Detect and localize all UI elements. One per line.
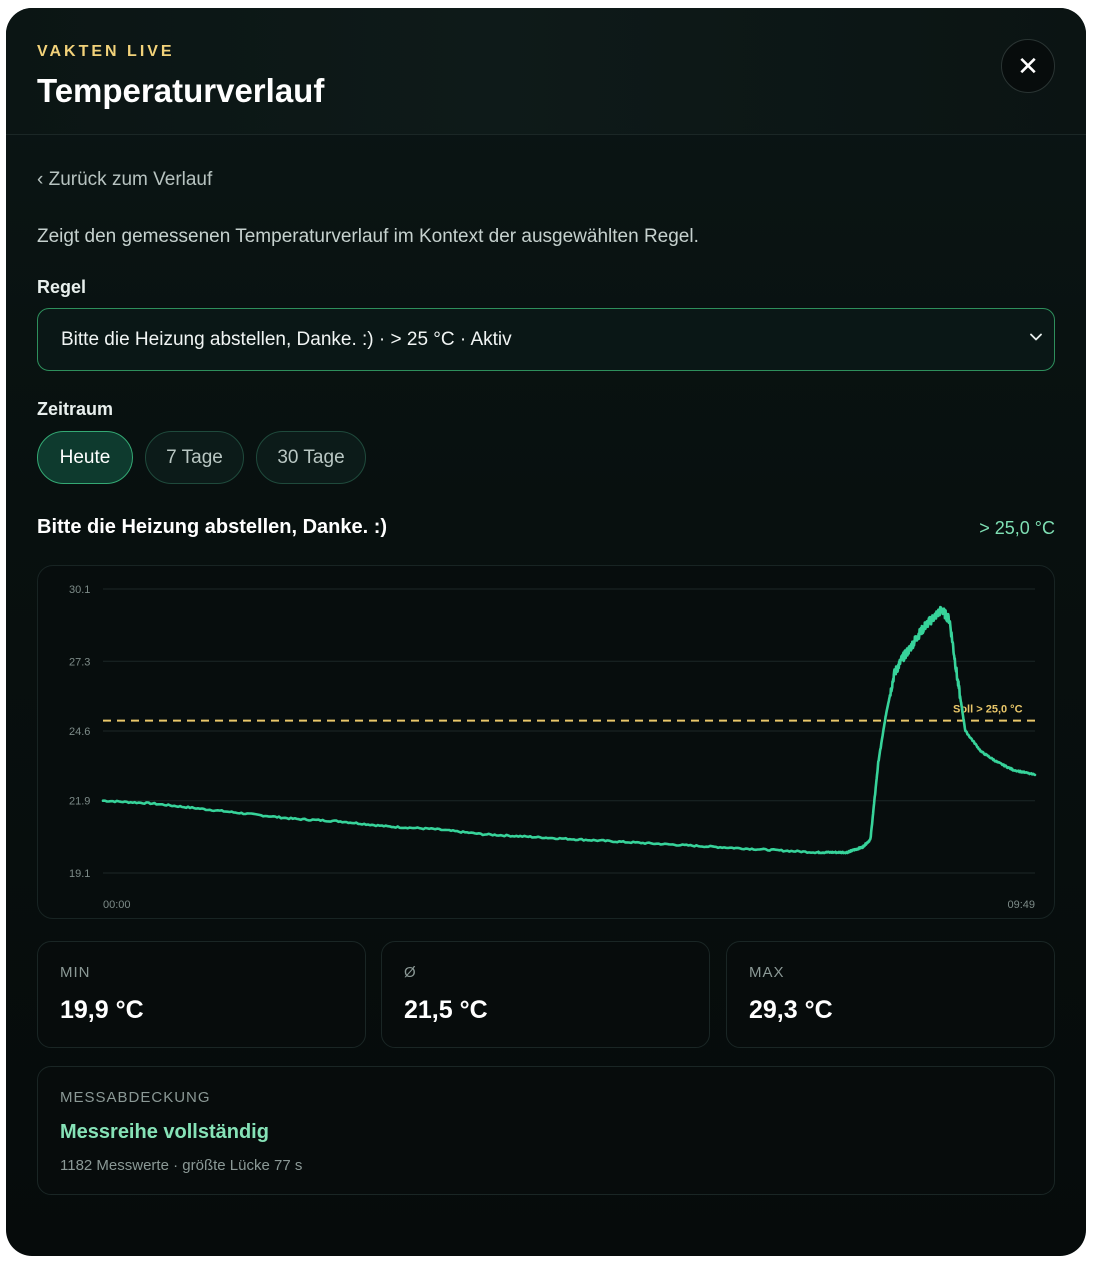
coverage-card: MESSABDECKUNG Messreihe vollständig 1182…: [37, 1066, 1055, 1195]
temperature-modal: VAKTEN LIVE Temperaturverlauf ✕ ‹ Zurück…: [6, 8, 1086, 1256]
temperature-chart: 30.1 27.3 24.6 21.9 19.1 Soll > 25,0 °C 00:00 0…: [37, 565, 1055, 919]
period-today-button[interactable]: Heute: [37, 431, 133, 484]
coverage-status: Messreihe vollständig: [60, 1121, 269, 1143]
rule-select[interactable]: Bitte die Heizung abstellen, Danke. :) ·…: [37, 308, 1055, 371]
rule-select-value: Bitte die Heizung abstellen, Danke. :) ·…: [61, 328, 512, 350]
x-tick-label: 09:49: [1007, 899, 1035, 911]
page-title: Temperaturverlauf: [37, 72, 325, 109]
back-link[interactable]: ‹ Zurück zum Verlauf: [37, 169, 212, 191]
x-tick-label: 00:00: [103, 899, 131, 911]
period-30-days-button[interactable]: 30 Tage: [256, 431, 366, 484]
stat-card-max: MAX 29,3 °C: [726, 941, 1055, 1048]
y-tick-label: 27.3: [69, 656, 90, 668]
y-tick-label: 21.9: [69, 796, 90, 808]
description: Zeigt den gemessenen Temperaturverlauf i…: [37, 226, 699, 247]
close-button[interactable]: ✕: [1001, 39, 1055, 93]
stat-value-min: 19,9 °C: [60, 996, 144, 1024]
stat-label-max: MAX: [749, 964, 785, 981]
coverage-label: MESSABDECKUNG: [60, 1089, 211, 1106]
stat-value-avg: 21,5 °C: [404, 996, 488, 1024]
chart-title: Bitte die Heizung abstellen, Danke. :): [37, 516, 388, 538]
rule-label: Regel: [37, 277, 87, 297]
eyebrow-label: VAKTEN LIVE: [37, 43, 175, 60]
y-tick-label: 24.6: [69, 726, 90, 738]
stat-label-avg: Ø: [404, 964, 417, 981]
period-7-days-button[interactable]: 7 Tage: [145, 431, 244, 484]
period-label: Zeitraum: [37, 399, 114, 419]
close-icon: ✕: [1017, 50, 1039, 81]
y-tick-label: 30.1: [69, 584, 90, 596]
coverage-detail: 1182 Messwerte · größte Lücke 77 s: [60, 1157, 303, 1174]
chart-canvas: 30.127.324.621.919.1Soll > 25,0 °C00:00 0…: [69, 584, 1037, 911]
modal-header: VAKTEN LIVE Temperaturverlauf ✕: [6, 8, 1086, 135]
chart-threshold-label: > 25,0 °C: [979, 518, 1055, 538]
stat-label-min: MIN: [60, 964, 91, 981]
stat-card-avg: Ø 21,5 °C: [381, 941, 710, 1048]
temperature-series-line: [101, 605, 1037, 855]
stat-value-max: 29,3 °C: [749, 996, 833, 1024]
stat-card-min: MIN 19,9 °C: [37, 941, 366, 1048]
chevron-down-icon: [1030, 333, 1042, 341]
y-tick-label: 19.1: [69, 868, 90, 880]
